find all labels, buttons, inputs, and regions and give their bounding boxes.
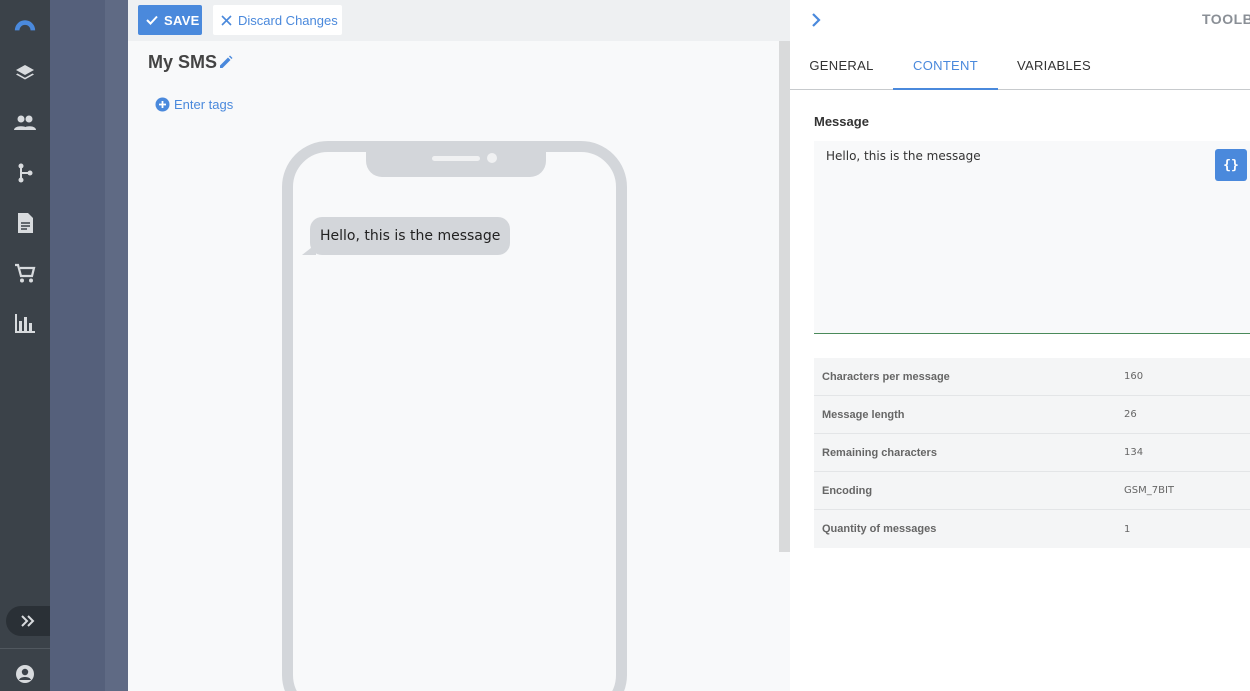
stat-row: Characters per message 160 xyxy=(814,358,1250,396)
document-icon[interactable] xyxy=(13,211,37,235)
nav-rail xyxy=(0,0,50,691)
stat-value: 160 xyxy=(1124,371,1144,382)
stat-label: Remaining characters xyxy=(822,446,937,459)
enter-tags-link[interactable]: Enter tags xyxy=(155,97,233,112)
plus-circle-icon xyxy=(155,97,170,112)
editor-scrollbar[interactable] xyxy=(779,41,790,552)
tab-variables[interactable]: VARIABLES xyxy=(1010,42,1098,89)
contacts-icon[interactable] xyxy=(13,111,37,135)
account-icon[interactable] xyxy=(13,662,37,686)
stat-value: 26 xyxy=(1124,409,1137,420)
analytics-icon[interactable] xyxy=(13,311,37,335)
stat-value: GSM_7BIT xyxy=(1124,485,1175,496)
tab-content[interactable]: CONTENT xyxy=(893,42,998,90)
phone-speaker xyxy=(432,156,480,161)
message-stats-table: Characters per message 160 Message lengt… xyxy=(814,358,1250,548)
stat-row: Quantity of messages 1 xyxy=(814,510,1250,548)
stat-label: Quantity of messages xyxy=(822,523,937,535)
stat-label: Encoding xyxy=(822,484,873,497)
stat-row: Encoding GSM_7BIT xyxy=(814,472,1250,510)
phone-camera xyxy=(487,153,497,163)
layers-icon[interactable] xyxy=(13,61,37,85)
stat-label: Characters per message xyxy=(822,370,950,383)
phone-notch xyxy=(366,148,546,177)
message-textarea[interactable]: Hello, this is the message xyxy=(814,141,1250,334)
cart-icon[interactable] xyxy=(13,261,37,285)
toolbox-panel: TOOLB GENERAL CONTENT VARIABLES Message … xyxy=(790,0,1250,691)
insert-variable-button[interactable]: {} xyxy=(1215,149,1247,181)
rail-divider xyxy=(0,648,50,649)
save-label: SAVE xyxy=(164,12,200,28)
save-button[interactable]: SAVE xyxy=(138,5,202,35)
discard-changes-button[interactable]: Discard Changes xyxy=(213,5,342,35)
tab-general[interactable]: GENERAL xyxy=(802,42,881,89)
stat-value: 1 xyxy=(1124,523,1131,535)
check-icon xyxy=(146,15,158,25)
expand-icon[interactable] xyxy=(6,606,50,636)
stat-row: Remaining characters 134 xyxy=(814,434,1250,472)
message-label: Message xyxy=(814,114,869,129)
toolbox-title: TOOLB xyxy=(1202,11,1250,27)
stat-row: Message length 26 xyxy=(814,396,1250,434)
page-title: My SMS xyxy=(148,52,218,72)
flow-icon[interactable] xyxy=(13,161,37,185)
close-icon xyxy=(221,14,232,26)
enter-tags-label: Enter tags xyxy=(174,97,234,112)
toolbox-tabs: GENERAL CONTENT VARIABLES xyxy=(790,42,1250,90)
chevron-right-icon[interactable] xyxy=(810,12,822,32)
stat-label: Message length xyxy=(822,408,905,421)
discard-label: Discard Changes xyxy=(238,12,338,28)
pencil-icon[interactable] xyxy=(218,55,233,74)
logo-icon[interactable] xyxy=(13,11,37,35)
stat-value: 134 xyxy=(1124,447,1144,458)
sms-bubble: Hello, this is the message xyxy=(310,217,511,255)
editor-toolbar: SAVE Discard Changes xyxy=(128,0,790,41)
